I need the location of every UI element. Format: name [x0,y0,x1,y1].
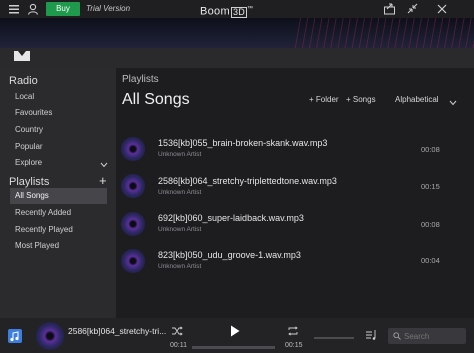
add-folder-button[interactable]: + Folder [309,95,339,104]
sidebar-item-most-played[interactable]: Most Played [15,241,59,250]
sort-label: Alphabetical [395,95,439,104]
search-box[interactable] [388,328,466,344]
close-icon[interactable] [437,4,447,17]
shrink-icon[interactable] [407,3,418,17]
playlists-section-title: Playlists [9,176,50,188]
song-duration: 00:15 [421,182,440,191]
sort-chevron-down-icon[interactable] [449,97,457,109]
share-icon[interactable] [383,2,396,18]
app-title: Boom 3D ™ [200,0,253,18]
search-icon [393,332,401,340]
total-time: 00:15 [285,342,303,349]
sidebar-item-label: All Songs [15,191,49,200]
radio-section-title: Radio [9,75,38,87]
menu-icon[interactable] [8,3,20,18]
sub-bar [0,48,474,68]
song-title: 2586[kb]064_stretchy-triplettedtone.wav.… [158,176,337,186]
sidebar-item-local[interactable]: Local [15,92,34,101]
play-icon [231,325,240,337]
explore-chevron-down-icon[interactable] [100,159,108,171]
breadcrumb: Playlists [122,74,159,85]
song-row[interactable]: 2586[kb]064_stretchy-triplettedtone.wav.… [118,170,466,204]
song-duration: 00:08 [421,145,440,154]
sidebar-item-recently-added[interactable]: Recently Added [15,208,71,217]
song-artist: Unknown Artist [158,263,202,270]
sidebar-item-all-songs[interactable]: All Songs [10,188,107,204]
page-title: All Songs [122,91,190,108]
album-art-icon [121,249,145,273]
song-row[interactable]: 823[kb]050_udu_groove-1.wav.mp3 Unknown … [118,245,466,279]
song-title: 1536[kb]055_brain-broken-skank.wav.mp3 [158,138,328,148]
collapse-button[interactable] [14,51,30,61]
search-input[interactable] [404,330,462,342]
now-playing-art-icon [36,322,64,350]
sidebar-item-recently-played[interactable]: Recently Played [15,225,73,234]
user-icon[interactable] [27,3,39,18]
song-row[interactable]: 1536[kb]055_brain-broken-skank.wav.mp3 U… [118,133,466,167]
repeat-icon[interactable] [287,326,299,339]
song-title: 692[kb]060_super-laidback.wav.mp3 [158,213,304,223]
app-title-3d: 3D [230,6,248,18]
song-duration: 00:04 [421,256,440,265]
song-artist: Unknown Artist [158,151,202,158]
triangle-down-icon [18,51,26,56]
now-playing-title: 2586[kb]064_stretchy-tri... [68,326,167,336]
progress-bar[interactable] [192,346,275,349]
music-note-icon[interactable] [8,329,22,343]
album-art-icon [121,212,145,236]
sidebar-item-popular[interactable]: Popular [15,142,43,151]
trial-version-label: Trial Version [86,4,131,13]
elapsed-time: 00:11 [170,342,187,349]
shuffle-icon[interactable] [171,326,183,339]
app-title-text: Boom [200,5,230,18]
album-art-icon [121,174,145,198]
song-duration: 00:08 [421,220,440,229]
sidebar-item-country[interactable]: Country [15,125,43,134]
add-playlist-button[interactable]: + [99,173,107,188]
song-artist: Unknown Artist [158,189,202,196]
queue-icon[interactable] [365,329,377,344]
sidebar-item-favourites[interactable]: Favourites [15,108,52,117]
buy-button[interactable]: Buy [46,2,80,16]
song-title: 823[kb]050_udu_groove-1.wav.mp3 [158,250,301,260]
volume-slider[interactable] [314,337,354,339]
song-artist: Unknown Artist [158,226,202,233]
app-title-tm: ™ [247,6,254,12]
album-art-icon [121,137,145,161]
song-row[interactable]: 692[kb]060_super-laidback.wav.mp3 Unknow… [118,208,466,242]
add-songs-button[interactable]: + Songs [346,95,376,104]
sort-dropdown[interactable]: Alphabetical [395,95,439,104]
sidebar-item-explore[interactable]: Explore [15,158,42,167]
play-button[interactable] [230,325,240,340]
header-visualizer [0,18,474,48]
